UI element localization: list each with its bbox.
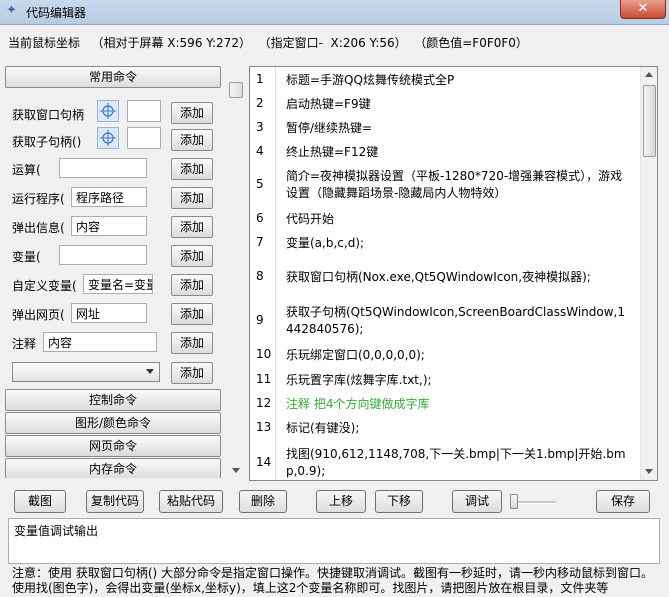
control-commands-button[interactable]: 控制命令 [5, 389, 221, 411]
add-button[interactable]: 添加 [171, 245, 213, 267]
scroll-down-button[interactable] [228, 463, 243, 478]
common-commands-header[interactable]: 常用命令 [5, 66, 221, 88]
paste-code-button[interactable]: 粘贴代码 [159, 490, 223, 513]
close-button[interactable]: ✕ [620, 0, 666, 19]
run-program-label: 运行程序( [12, 192, 65, 206]
command-panel: 常用命令 获取窗口句柄 添加 获取子句柄() 添加 运算( 添加 运行程序( 程… [5, 64, 223, 478]
add-button[interactable]: 添加 [171, 274, 213, 296]
command-panel-scrollbar[interactable] [228, 68, 243, 478]
message-content-input[interactable]: 内容 [71, 216, 147, 236]
chevron-down-icon [146, 369, 154, 374]
coords-screen: （相对于屏幕 X:596 Y:272） [91, 36, 251, 50]
command-dropdown[interactable] [12, 362, 160, 382]
add-button[interactable]: 添加 [171, 158, 213, 180]
crosshair-picker-icon[interactable] [97, 127, 119, 149]
coordinates-readout: 当前鼠标坐标 （相对于屏幕 X:596 Y:272） （指定窗口- X:206 … [8, 34, 528, 51]
scroll-up-button[interactable] [641, 67, 657, 83]
speed-slider-thumb[interactable] [510, 494, 518, 509]
url-input[interactable]: 网址 [71, 303, 147, 323]
usage-note-line: 使用找(图色字)，会得出变量(坐标x,坐标y)，填上这2个变量名称即可。找图片，… [12, 581, 609, 595]
variable-label: 变量( [12, 250, 41, 264]
debug-output-text: 变量值调试输出 [14, 524, 99, 538]
screenshot-button[interactable]: 截图 [14, 490, 66, 513]
get-child-handle-label: 获取子句柄() [12, 135, 82, 149]
custom-variable-label: 自定义变量( [12, 279, 77, 293]
add-button[interactable]: 添加 [171, 102, 213, 124]
variable-input[interactable] [59, 245, 147, 265]
add-button[interactable]: 添加 [171, 362, 213, 384]
code-editor[interactable]: 1 标题=手游QQ炫舞传统模式全P 2 启动热键=F9键 3 暂停/继续热键= 4 终止… [249, 66, 658, 481]
graphics-color-commands-button[interactable]: 图形/颜色命令 [5, 412, 221, 434]
compute-label: 运算( [12, 163, 41, 177]
add-button[interactable]: 添加 [171, 216, 213, 238]
add-button[interactable]: 添加 [171, 187, 213, 209]
coords-color: （颜色值=F0F0F0） [414, 36, 528, 50]
speed-slider-track[interactable] [512, 501, 556, 504]
move-down-button[interactable]: 下移 [375, 490, 423, 513]
usage-notes: 注意：使用 获取窗口句柄() 大部分命令是指定窗口操作。快捷键取消调试。截图有一… [12, 566, 662, 596]
crosshair-picker-icon[interactable] [97, 100, 119, 122]
window-handle-input[interactable] [127, 100, 161, 122]
add-button[interactable]: 添加 [171, 129, 213, 151]
program-path-input[interactable]: 程序路径 [71, 187, 147, 207]
child-handle-input[interactable] [127, 127, 161, 149]
title-bar: ✦ 代码编辑器 ✕ [0, 0, 669, 25]
debug-output-box[interactable]: 变量值调试输出 [8, 518, 660, 564]
custom-variable-input[interactable]: 变量名=变量 [83, 274, 153, 294]
usage-note-line: 注意：使用 获取窗口句柄() 大部分命令是指定窗口操作。快捷键取消调试。截图有一… [12, 566, 653, 580]
window-title: 代码编辑器 [26, 6, 87, 20]
scrollbar-thumb[interactable] [643, 85, 656, 157]
add-button[interactable]: 添加 [171, 332, 213, 354]
scroll-down-button[interactable] [641, 464, 657, 480]
get-window-handle-label: 获取窗口句柄 [12, 108, 85, 122]
add-button[interactable]: 添加 [171, 303, 213, 325]
debug-button[interactable]: 调试 [452, 490, 502, 513]
move-up-button[interactable]: 上移 [316, 490, 366, 513]
editor-scrollbar[interactable] [640, 67, 657, 480]
copy-code-button[interactable]: 复制代码 [86, 490, 144, 513]
coords-window: （指定窗口- X:206 Y:56） [258, 36, 407, 50]
save-button[interactable]: 保存 [596, 490, 650, 513]
scrollbar-thumb[interactable] [229, 82, 243, 98]
comment-input[interactable]: 内容 [43, 332, 157, 352]
delete-button[interactable]: 删除 [239, 490, 287, 513]
popup-webpage-label: 弹出网页( [12, 308, 65, 322]
memory-commands-button[interactable]: 内存命令 [5, 458, 221, 478]
app-icon: ✦ [6, 3, 17, 18]
popup-message-label: 弹出信息( [12, 221, 65, 235]
coords-label: 当前鼠标坐标 [8, 36, 81, 50]
comment-label: 注释 [12, 337, 37, 351]
webpage-commands-button[interactable]: 网页命令 [5, 435, 221, 457]
compute-input[interactable] [59, 158, 147, 178]
